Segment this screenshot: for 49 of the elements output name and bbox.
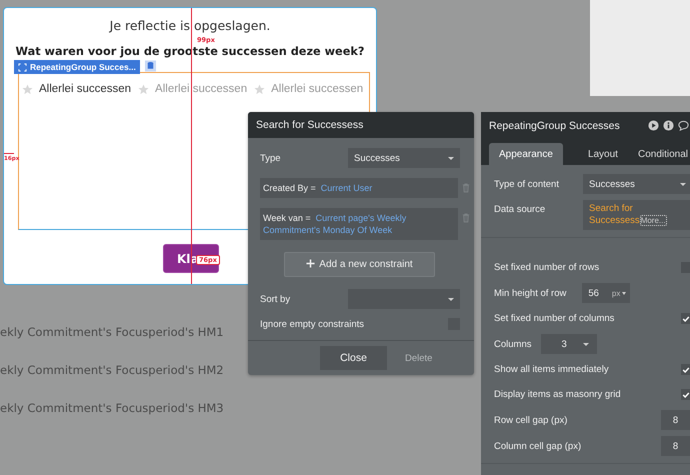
property-label: Column cell gap (px) [494,440,582,452]
star-icon [138,84,150,94]
number-field[interactable]: 8 [661,436,690,456]
property-label: Show all items immediately [494,364,609,375]
property-label: Display items as masonry grid [494,389,621,400]
constraint-row[interactable]: Created By = Current User [260,178,458,198]
close-button[interactable]: Close [320,346,387,370]
type-label: Type [260,152,281,164]
tab[interactable]: Conditional [628,143,690,165]
text-line: ekly Commitment's Focusperiod's HM3 [0,401,224,415]
add-constraint-button[interactable]: Add a new constraint [284,252,435,277]
number-field[interactable]: 8 [661,410,690,430]
number-field[interactable]: 56 px [582,283,630,303]
property-label: Row cell gap (px) [494,414,568,426]
content-type-dropdown[interactable]: Successes [583,174,690,194]
element-tag[interactable]: RepeatingGroup Succes... [14,60,140,74]
panel-title: Search for Successess [248,112,474,138]
text-line: ekly Commitment's Focusperiod's HM2 [0,363,224,377]
sort-label: Sort by [260,294,290,304]
property-label: Set fixed number of columns [494,313,614,324]
tab[interactable]: Appearance [489,143,563,165]
checkbox[interactable] [681,364,690,375]
property-label: Type of content [494,178,559,190]
star-icon [22,84,33,94]
popup-title: Je reflectie is opgeslagen. [108,18,272,33]
plus-icon [306,259,316,268]
play-icon[interactable] [648,120,659,131]
star-icon [254,84,266,94]
info-icon[interactable] [663,120,674,131]
property-label: Columns [494,338,532,350]
data-source-field[interactable]: Search for SuccessessMore... [583,200,690,230]
panel-title: RepeatingGroup Successes [489,120,621,132]
type-dropdown[interactable]: Successes [348,148,460,168]
database-icon[interactable] [144,60,156,72]
checkbox[interactable] [681,313,690,324]
comment-icon[interactable] [678,120,689,131]
item-text: Allerlei successen [155,83,248,95]
property-label: Data source [494,204,546,215]
text-line: ekly Commitment's Focusperiod's HM1 [0,325,224,339]
ignore-label: Ignore empty constraints [260,318,364,330]
columns-dropdown[interactable]: 3 [540,334,596,354]
tab[interactable]: Layout [578,143,627,165]
property-label: Set fixed number of rows [494,262,600,273]
constraint-row[interactable]: Week van = Current page's Weekly Commitment's Monday Of Week [260,208,458,240]
property-label: Min height of row [494,288,566,298]
item-text: Allerlei successen [271,83,364,95]
selection-icon [18,62,27,72]
checkbox[interactable] [681,389,690,400]
item-text: Allerlei successen [39,83,132,95]
